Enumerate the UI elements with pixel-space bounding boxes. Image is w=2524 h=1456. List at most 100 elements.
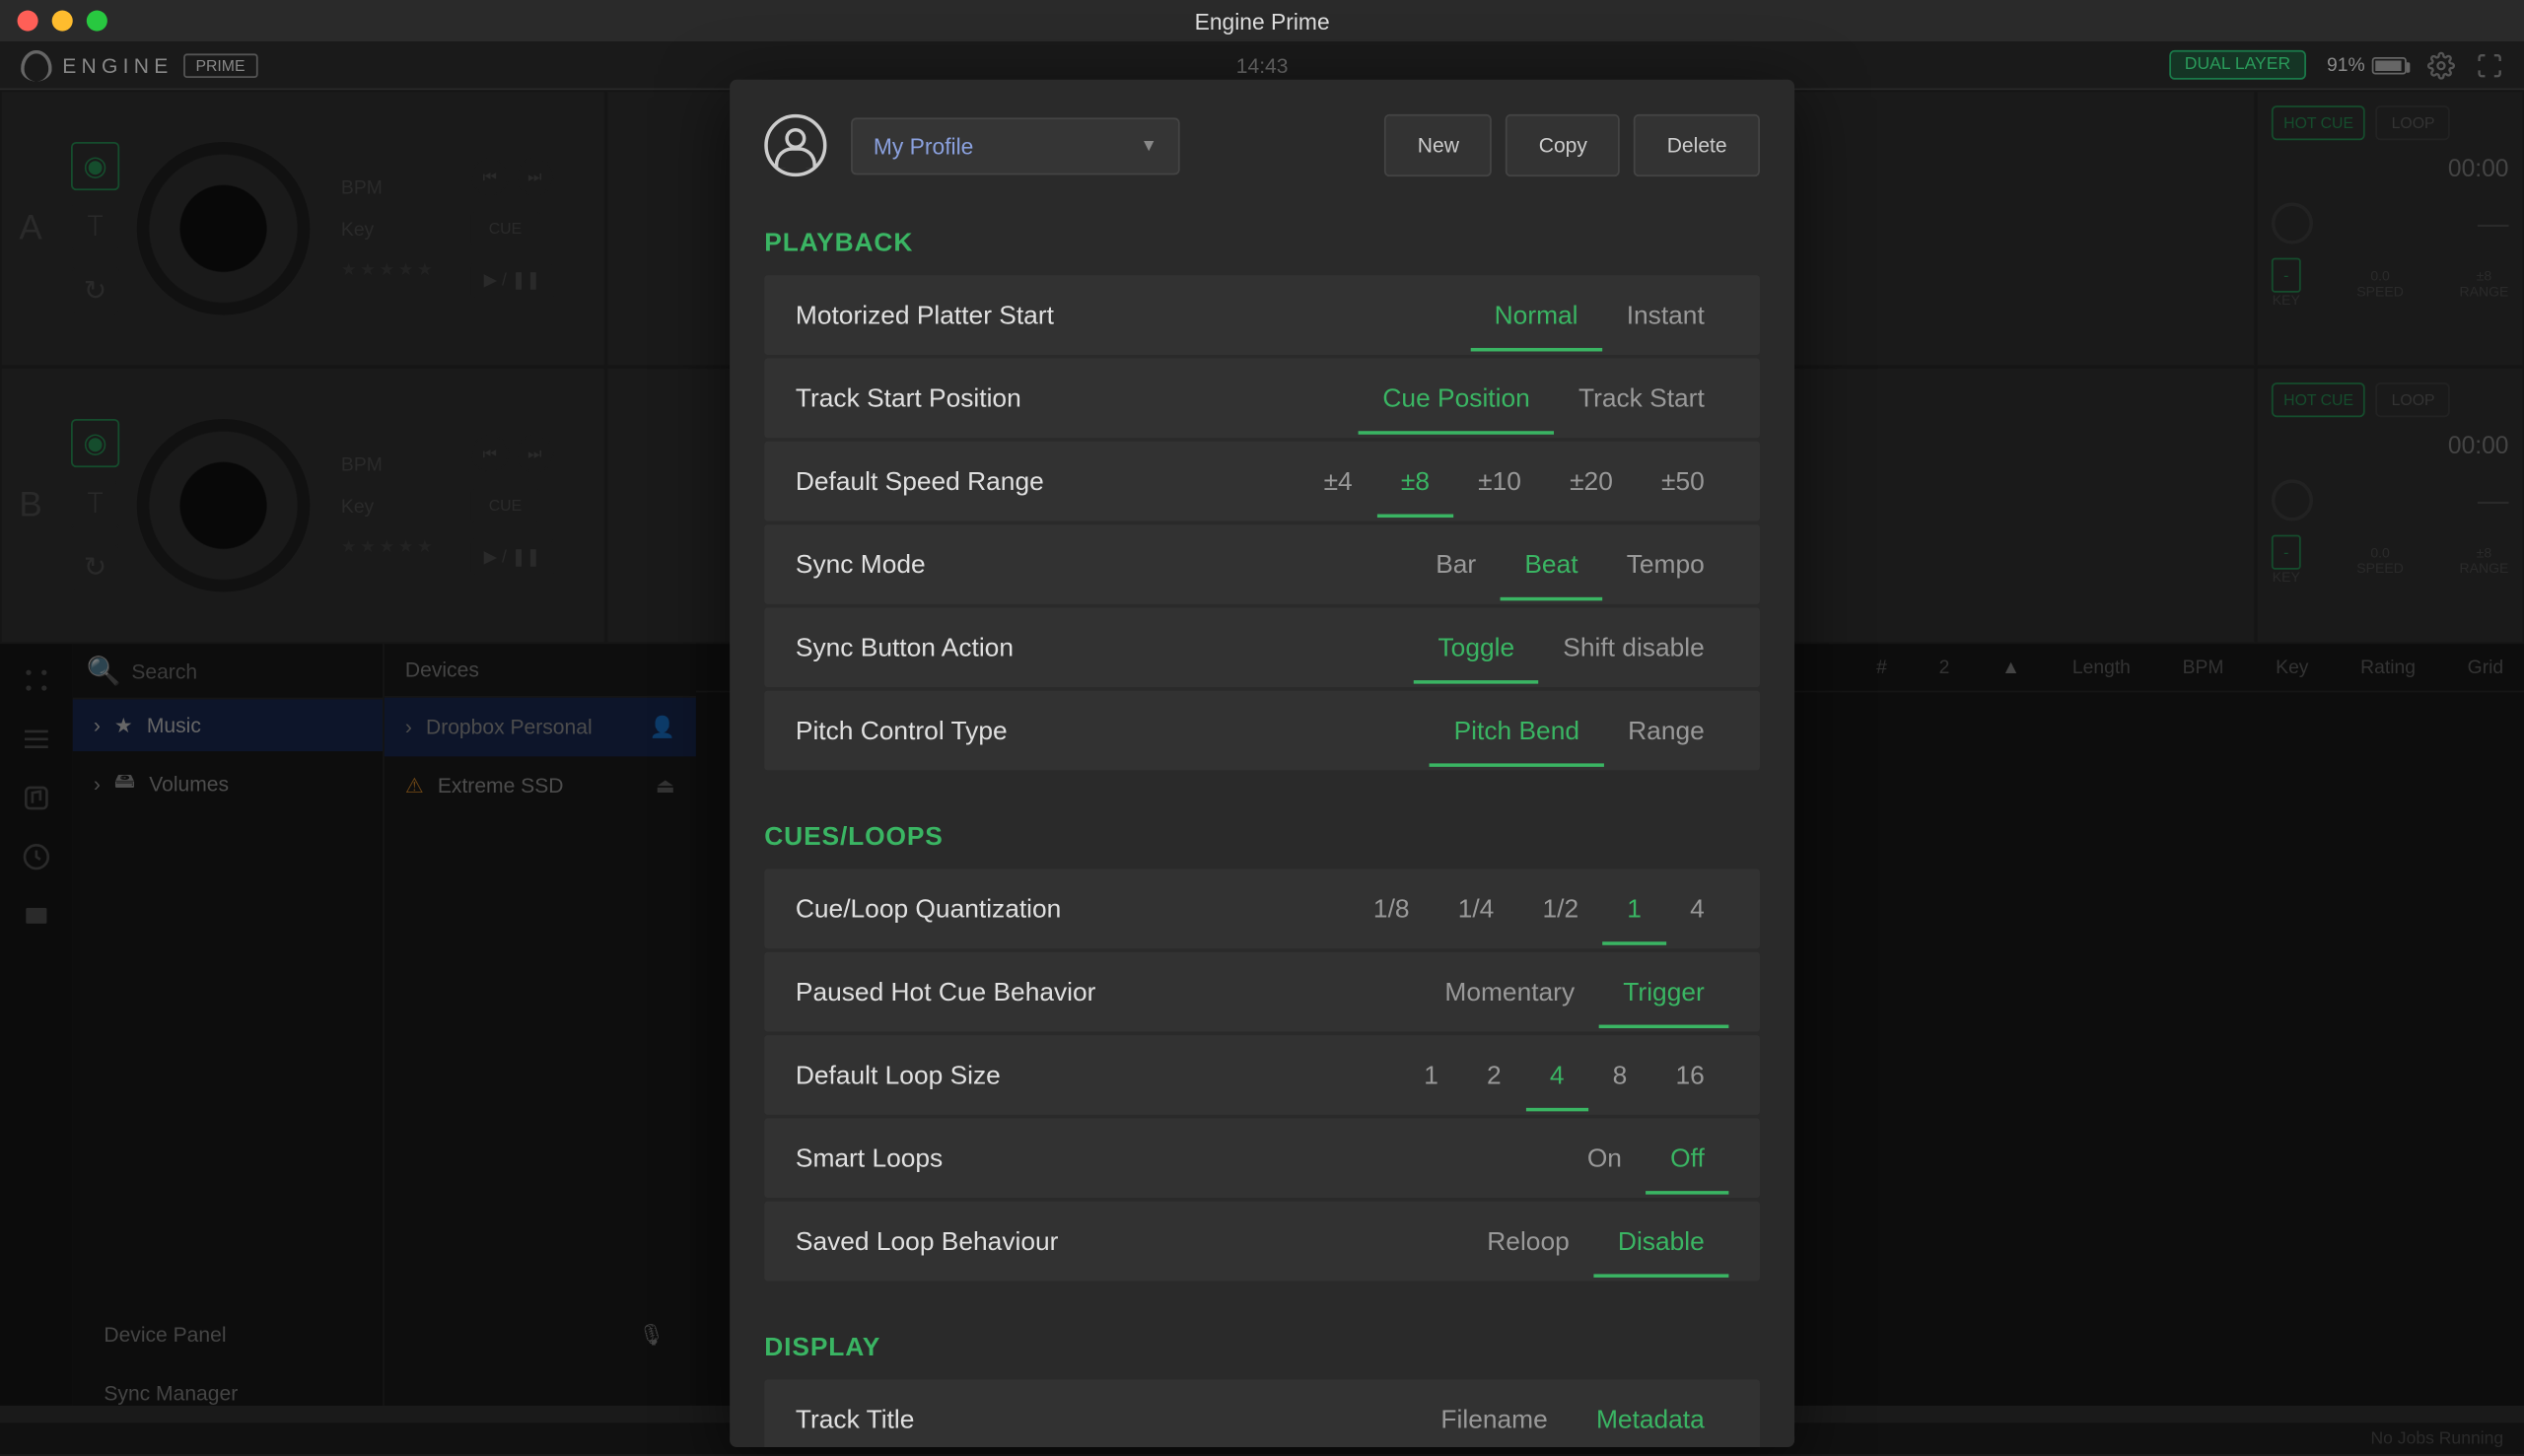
tree-item-music[interactable]: › ★ Music — [73, 699, 383, 751]
option[interactable]: Filename — [1417, 1405, 1573, 1447]
option[interactable]: 1 — [1603, 894, 1666, 944]
col-length[interactable]: Length — [2072, 657, 2131, 677]
cue-button[interactable]: CUE — [470, 486, 539, 524]
devices-panel: Devices › Dropbox Personal 👤 ⚠ Extreme S… — [385, 644, 696, 1406]
deck-mode-button[interactable]: ◉ — [71, 419, 119, 467]
crates-icon[interactable] — [21, 664, 52, 696]
col-two[interactable]: 2 — [1939, 657, 1950, 677]
option[interactable]: 2 — [1462, 1061, 1525, 1111]
jog-wheel[interactable] — [137, 419, 311, 592]
speed-value: 0.0 — [2370, 267, 2390, 283]
itunes-icon[interactable] — [21, 783, 52, 814]
deck-tool-button[interactable]: ⟙ — [71, 481, 119, 529]
option[interactable]: ±8 — [1376, 466, 1453, 517]
battery-percent: 91% — [2327, 54, 2365, 75]
deck-mode-button[interactable]: ◉ — [71, 142, 119, 190]
option[interactable]: Instant — [1602, 301, 1728, 351]
setting-label: Default Speed Range — [796, 466, 1299, 496]
key-mini-label: KEY — [2273, 570, 2300, 586]
pitch-knob[interactable] — [2272, 479, 2313, 520]
bpm-label: BPM — [341, 177, 436, 198]
option[interactable]: Beat — [1501, 550, 1602, 600]
device-ssd[interactable]: ⚠ Extreme SSD ⏏ — [385, 756, 696, 815]
option[interactable]: Metadata — [1572, 1405, 1728, 1447]
copy-button[interactable]: Copy — [1506, 114, 1620, 176]
tree-label: Music — [147, 713, 201, 737]
jog-wheel[interactable] — [137, 142, 311, 315]
option[interactable]: Reloop — [1463, 1226, 1594, 1277]
option[interactable]: Pitch Bend — [1430, 716, 1604, 766]
minimize-window-button[interactable] — [52, 11, 73, 32]
option[interactable]: Cue Position — [1359, 383, 1555, 434]
prev-button[interactable]: ⏮ — [470, 435, 509, 473]
option[interactable]: Off — [1647, 1144, 1729, 1194]
col-bpm[interactable]: BPM — [2183, 657, 2224, 677]
col-num[interactable]: # — [1876, 657, 1887, 677]
maximize-window-button[interactable] — [87, 11, 107, 32]
mic-icon: 🎙 — [639, 1323, 666, 1348]
option[interactable]: ±10 — [1454, 466, 1546, 517]
option[interactable]: On — [1563, 1144, 1646, 1194]
option[interactable]: Range — [1604, 716, 1729, 766]
setting-row: Saved Loop BehaviourReloopDisable — [764, 1202, 1760, 1282]
option[interactable]: ±50 — [1637, 466, 1728, 517]
option[interactable]: Track Start — [1554, 383, 1728, 434]
battery-icon — [2372, 56, 2407, 74]
option[interactable]: Bar — [1412, 550, 1501, 600]
option[interactable]: 1 — [1400, 1061, 1463, 1111]
prev-button[interactable]: ⏮ — [470, 158, 509, 196]
delete-button[interactable]: Delete — [1634, 114, 1760, 176]
option[interactable]: 4 — [1525, 1061, 1588, 1111]
option[interactable]: 8 — [1588, 1061, 1651, 1111]
tree-item-volumes[interactable]: › 🖴 Volumes — [73, 751, 383, 815]
search-input[interactable] — [131, 659, 369, 683]
option[interactable]: Tempo — [1602, 550, 1728, 600]
filesystem-icon[interactable] — [21, 900, 52, 932]
eject-icon[interactable]: ⏏ — [656, 774, 675, 798]
star-icon: ★ — [114, 713, 133, 737]
playlists-icon[interactable] — [21, 724, 52, 755]
col-key[interactable]: Key — [2276, 657, 2308, 677]
option[interactable]: ±4 — [1299, 466, 1376, 517]
profile-select[interactable]: My Profile ▼ — [851, 117, 1180, 174]
option[interactable]: 1/8 — [1349, 894, 1434, 944]
option[interactable]: Trigger — [1599, 977, 1729, 1027]
next-button[interactable]: ⏭ — [516, 158, 554, 196]
loop-button[interactable]: LOOP — [2376, 105, 2451, 140]
option[interactable]: ±20 — [1546, 466, 1638, 517]
option[interactable]: 4 — [1666, 894, 1729, 944]
device-panel-button[interactable]: Device Panel 🎙 — [73, 1305, 696, 1364]
deck-loop-button[interactable]: ↻ — [71, 543, 119, 591]
history-icon[interactable] — [21, 841, 52, 872]
gear-icon[interactable] — [2427, 51, 2455, 79]
option[interactable]: Momentary — [1421, 977, 1599, 1027]
option[interactable]: 1/4 — [1434, 894, 1518, 944]
hotcue-button[interactable]: HOT CUE — [2272, 382, 2365, 417]
loop-button[interactable]: LOOP — [2376, 382, 2451, 417]
cue-button[interactable]: CUE — [470, 209, 539, 247]
fullscreen-icon[interactable] — [2476, 51, 2503, 79]
close-window-button[interactable] — [18, 11, 38, 32]
deck-tool-button[interactable]: ⟙ — [71, 204, 119, 252]
option[interactable]: 1/2 — [1518, 894, 1603, 944]
option[interactable]: Normal — [1470, 301, 1602, 351]
option[interactable]: Toggle — [1414, 633, 1539, 683]
deck-loop-button[interactable]: ↻ — [71, 266, 119, 314]
device-dropbox[interactable]: › Dropbox Personal 👤 — [385, 698, 696, 757]
hotcue-button[interactable]: HOT CUE — [2272, 105, 2365, 140]
col-grid[interactable]: Grid — [2468, 657, 2503, 677]
pitch-knob[interactable] — [2272, 202, 2313, 243]
sync-manager-button[interactable]: Sync Manager — [73, 1364, 696, 1423]
option[interactable]: 16 — [1651, 1061, 1728, 1111]
col-rating[interactable]: Rating — [2360, 657, 2416, 677]
option[interactable]: Disable — [1593, 1226, 1728, 1277]
dual-layer-button[interactable]: DUAL LAYER — [2169, 50, 2306, 80]
new-button[interactable]: New — [1384, 114, 1492, 176]
clock: 14:43 — [1236, 53, 1289, 78]
next-button[interactable]: ⏭ — [516, 435, 554, 473]
play-pause-button[interactable]: ▶ / ❚❚ — [470, 261, 553, 300]
deck-b: B ◉ ⟙ ↻ BPM Key ★★★★★ ⏮ ⏭ CUE — [0, 367, 606, 644]
section-title-cuesloops: CUES/LOOPS — [764, 822, 1760, 852]
play-pause-button[interactable]: ▶ / ❚❚ — [470, 538, 553, 577]
option[interactable]: Shift disable — [1539, 633, 1729, 683]
